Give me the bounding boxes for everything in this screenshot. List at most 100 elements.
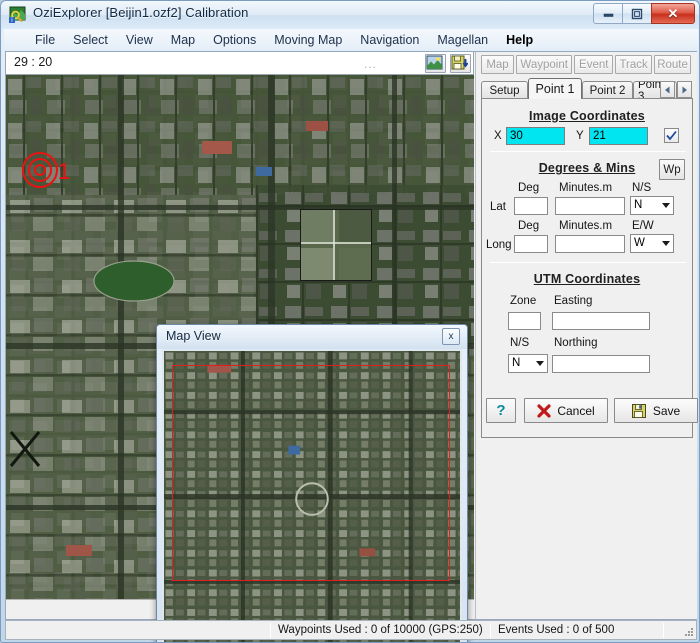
menu-item-navigation[interactable]: Navigation	[351, 31, 428, 49]
resize-grip-icon[interactable]	[682, 625, 694, 637]
calibration-panel: Map Waypoint Event Track Route Setup Poi…	[475, 52, 698, 619]
long-ew-select[interactable]: W	[630, 234, 674, 253]
menu-item-help[interactable]: Help	[497, 31, 542, 49]
chevron-down-icon	[662, 203, 670, 208]
tab-scroll-next-button[interactable]	[677, 81, 692, 98]
status-waypoints: Waypoints Used : 0 of 10000 (GPS:250)	[278, 624, 483, 636]
map-view-title: Map View	[166, 329, 221, 343]
image-button[interactable]	[425, 54, 446, 73]
y-input[interactable]: 21	[589, 127, 648, 145]
lat-deg-column-label: Deg	[518, 182, 540, 194]
close-button[interactable]: ✕	[651, 3, 695, 24]
ew-column-label: E/W	[632, 220, 654, 232]
chevron-left-icon	[665, 86, 670, 93]
close-icon: ✕	[667, 5, 679, 21]
zone-label: Zone	[510, 295, 537, 307]
map-view-selection-box[interactable]	[172, 365, 450, 581]
x-label: X	[494, 130, 502, 142]
long-deg-input[interactable]	[514, 235, 548, 253]
lat-minutes-input[interactable]	[555, 197, 625, 215]
long-label: Long	[486, 239, 512, 251]
utm-ns-label: N/S	[510, 337, 530, 349]
zone-input[interactable]	[508, 312, 541, 330]
utm-coordinates-title: UTM Coordinates	[533, 272, 641, 286]
cancel-x-icon	[537, 403, 551, 418]
point-enabled-checkbox[interactable]	[664, 128, 679, 143]
long-minutes-column-label: Minutes.m	[559, 220, 613, 232]
northing-input[interactable]	[552, 355, 650, 373]
status-divider-3	[663, 622, 664, 638]
obj-button-route[interactable]: Route	[654, 55, 691, 74]
obj-button-event[interactable]: Event	[574, 55, 614, 74]
tab-point-1[interactable]: Point 1	[528, 78, 582, 99]
chevron-down-icon	[536, 361, 544, 366]
tab-point-2[interactable]: Point 2	[582, 81, 633, 99]
minimize-icon	[594, 4, 622, 23]
menu-item-moving-map[interactable]: Moving Map	[265, 31, 351, 49]
menu-item-options[interactable]: Options	[204, 31, 265, 49]
x-input[interactable]: 30	[506, 127, 565, 145]
cancel-button-label: Cancel	[557, 403, 595, 418]
map-crosshair-marker	[9, 431, 41, 467]
obj-button-track[interactable]: Track	[615, 55, 653, 74]
maximize-button[interactable]	[622, 3, 652, 24]
lat-minutes-column-label: Minutes.m	[559, 182, 613, 194]
lat-label: Lat	[490, 201, 506, 213]
long-minutes-input[interactable]	[555, 235, 625, 253]
menu-item-select[interactable]: Select	[64, 31, 117, 49]
menu-item-map[interactable]: Map	[162, 31, 204, 49]
menu-bar: File Select View Map Options Moving Map …	[4, 29, 698, 51]
title-bar: i OziExplorer [Beijin1.ozf2] Calibration…	[1, 1, 699, 29]
map-view-window: Map View x	[156, 324, 468, 642]
easting-label: Easting	[554, 295, 593, 307]
coordinate-dots: ...	[364, 57, 378, 71]
object-buttons-row: Map Waypoint Event Track Route	[481, 55, 693, 75]
northing-label: Northing	[554, 337, 598, 349]
ns-column-label: N/S	[632, 182, 652, 194]
checkmark-icon	[666, 130, 677, 141]
lat-ns-select[interactable]: N	[630, 196, 674, 215]
status-bar: Waypoints Used : 0 of 10000 (GPS:250) Ev…	[5, 620, 697, 640]
zoom-inset-image	[301, 210, 371, 280]
menu-item-file[interactable]: File	[26, 31, 64, 49]
client-area: 29 : 20 ... 1 Map View x Map Waypoint Ev…	[5, 51, 698, 642]
save-download-icon	[451, 55, 469, 70]
utm-ns-select[interactable]: N	[508, 354, 548, 373]
calibration-window: i OziExplorer [Beijin1.ozf2] Calibration…	[0, 0, 700, 643]
y-label: Y	[576, 130, 584, 142]
obj-button-waypoint[interactable]: Waypoint	[516, 55, 573, 74]
map-view-body[interactable]	[162, 349, 462, 642]
maximize-icon	[623, 4, 651, 23]
save-map-button[interactable]	[450, 54, 471, 73]
map-view-close-button[interactable]: x	[442, 328, 460, 345]
chevron-right-icon	[682, 86, 687, 93]
image-icon	[426, 55, 443, 70]
lat-ns-value: N	[634, 199, 643, 211]
save-button-label: Save	[652, 403, 681, 418]
map-view-titlebar[interactable]: Map View x	[157, 325, 467, 349]
question-mark-icon: ?	[496, 402, 506, 419]
utm-ns-value: N	[512, 357, 521, 369]
tab-scroll-prev-button[interactable]	[660, 81, 675, 98]
menu-item-view[interactable]: View	[117, 31, 162, 49]
image-coordinates-title: Image Coordinates	[529, 109, 645, 123]
coordinate-toolbar: 29 : 20 ...	[6, 52, 474, 75]
lat-deg-input[interactable]	[514, 197, 548, 215]
minimize-button[interactable]	[593, 3, 623, 24]
help-button[interactable]: ?	[486, 398, 516, 423]
map-zoom-inset	[300, 209, 372, 281]
waypoint-button[interactable]: Wp	[659, 159, 685, 180]
easting-input[interactable]	[552, 312, 650, 330]
coordinate-display: 29 : 20	[14, 55, 53, 69]
tab-setup[interactable]: Setup	[481, 81, 528, 99]
long-ew-value: W	[634, 237, 645, 249]
save-button[interactable]: Save	[614, 398, 698, 423]
cancel-button[interactable]: Cancel	[524, 398, 608, 423]
point-tab-strip: Setup Point 1 Point 2 Point 3	[481, 78, 693, 99]
status-events: Events Used : 0 of 500	[498, 624, 615, 636]
chevron-down-icon	[662, 241, 670, 246]
window-title: OziExplorer [Beijin1.ozf2] Calibration	[33, 5, 249, 20]
point-1-tab-page: Image Coordinates X 30 Y 21 Degrees & Mi…	[481, 98, 693, 438]
menu-item-magellan[interactable]: Magellan	[428, 31, 497, 49]
obj-button-map[interactable]: Map	[481, 55, 515, 74]
